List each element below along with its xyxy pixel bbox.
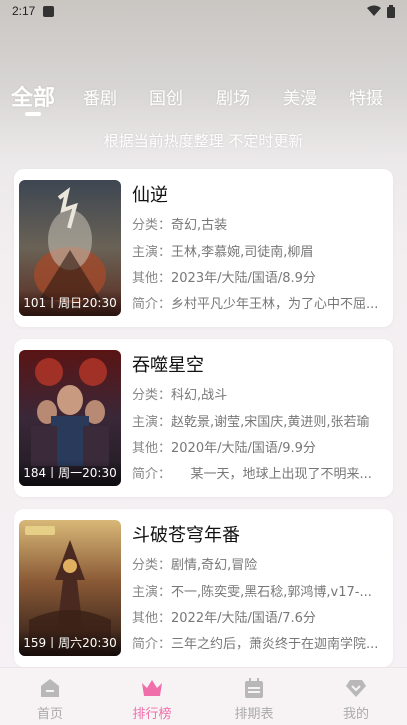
show-poster[interactable]: 101丨周日20:30 bbox=[19, 180, 121, 316]
other-label: 其他： bbox=[132, 441, 172, 456]
show-title: 吞噬星空 bbox=[132, 355, 204, 376]
show-poster[interactable]: 159丨周六20:30 bbox=[19, 520, 121, 656]
tab-tokusatsu[interactable]: 特摄 bbox=[349, 84, 383, 109]
poster-episode-schedule: 159丨周六20:30 bbox=[19, 630, 121, 656]
cast-label: 主演： bbox=[132, 415, 172, 430]
tab-theater[interactable]: 剧场 bbox=[216, 84, 250, 109]
other-label: 其他： bbox=[132, 611, 172, 626]
cast-label: 主演： bbox=[132, 245, 172, 260]
tab-american-comics[interactable]: 美漫 bbox=[283, 84, 317, 109]
other-value: 2023年/大陆/国语/8.9分 bbox=[171, 271, 316, 286]
show-intro: 简介：乡村平凡少年王林，为了心中不屈... bbox=[132, 293, 387, 312]
category-value: 科幻,战斗 bbox=[171, 388, 228, 403]
show-other: 其他：2022年/大陆/国语/7.6分 bbox=[132, 607, 387, 626]
category-label: 分类： bbox=[132, 388, 172, 403]
intro-value: 三年之约后，萧炎终于在迦南学院... bbox=[171, 637, 379, 652]
other-value: 2022年/大陆/国语/7.6分 bbox=[171, 611, 316, 626]
status-icons bbox=[367, 4, 395, 18]
show-card[interactable]: 184丨周一20:30 吞噬星空 分类：科幻,战斗 主演：赵乾景,谢莹,宋国庆,… bbox=[14, 339, 393, 497]
status-bar: 2:17 bbox=[0, 0, 407, 22]
show-other: 其他：2023年/大陆/国语/8.9分 bbox=[132, 267, 387, 286]
show-cast: 主演：赵乾景,谢莹,宋国庆,黄进则,张若瑜 bbox=[132, 411, 387, 430]
cast-value: 不一,陈奕雯,黑石稔,郭鸿博,v17-... bbox=[171, 585, 372, 600]
intro-label: 简介： bbox=[132, 467, 165, 482]
notification-icon bbox=[43, 5, 55, 17]
show-cast: 主演：不一,陈奕雯,黑石稔,郭鸿博,v17-... bbox=[132, 581, 387, 600]
active-tab-indicator bbox=[25, 112, 41, 116]
nav-mine[interactable]: 我的 bbox=[326, 676, 386, 722]
cast-label: 主演： bbox=[132, 585, 172, 600]
wifi-icon bbox=[367, 5, 381, 16]
show-category: 分类：奇幻,古装 bbox=[132, 214, 387, 233]
category-value: 剧情,奇幻,冒险 bbox=[171, 558, 258, 573]
poster-episode-schedule: 101丨周日20:30 bbox=[19, 290, 121, 316]
cast-value: 赵乾景,谢莹,宋国庆,黄进则,张若瑜 bbox=[171, 415, 370, 430]
nav-home[interactable]: 首页 bbox=[20, 676, 80, 722]
show-card[interactable]: 101丨周日20:30 仙逆 分类：奇幻,古装 主演：王林,李慕婉,司徒南,柳眉… bbox=[14, 169, 393, 327]
tab-all[interactable]: 全部 bbox=[11, 80, 55, 112]
show-cast: 主演：王林,李慕婉,司徒南,柳眉 bbox=[132, 241, 387, 260]
home-icon bbox=[41, 679, 59, 697]
page-subtitle: 根据当前热度整理 不定时更新 bbox=[103, 132, 304, 150]
show-intro: 简介：三年之约后，萧炎终于在迦南学院... bbox=[132, 633, 387, 652]
category-value: 奇幻,古装 bbox=[171, 218, 228, 233]
nav-schedule[interactable]: 排期表 bbox=[224, 676, 284, 722]
diamond-icon bbox=[346, 680, 366, 697]
show-card[interactable]: 159丨周六20:30 斗破苍穹年番 分类：剧情,奇幻,冒险 主演：不一,陈奕雯… bbox=[14, 509, 393, 667]
show-title: 仙逆 bbox=[132, 185, 168, 206]
tab-guochuang[interactable]: 国创 bbox=[149, 84, 183, 109]
show-intro: 简介： 某一天，地球上出现了不明来... bbox=[132, 463, 387, 482]
show-category: 分类：剧情,奇幻,冒险 bbox=[132, 554, 387, 573]
nav-mine-label: 我的 bbox=[342, 707, 369, 722]
intro-label: 简介： bbox=[132, 297, 172, 312]
intro-value: 某一天，地球上出现了不明来... bbox=[164, 467, 372, 482]
nav-schedule-label: 排期表 bbox=[234, 707, 274, 722]
crown-icon bbox=[142, 680, 162, 696]
intro-label: 简介： bbox=[132, 637, 172, 652]
show-title: 斗破苍穹年番 bbox=[132, 525, 240, 546]
other-label: 其他： bbox=[132, 271, 172, 286]
nav-home-label: 首页 bbox=[36, 707, 63, 722]
category-label: 分类： bbox=[132, 558, 172, 573]
category-tabs: 全部 番剧 国创 剧场 美漫 特摄 bbox=[0, 78, 407, 122]
cast-value: 王林,李慕婉,司徒南,柳眉 bbox=[171, 245, 314, 260]
category-label: 分类： bbox=[132, 218, 172, 233]
show-category: 分类：科幻,战斗 bbox=[132, 384, 387, 403]
show-poster[interactable]: 184丨周一20:30 bbox=[19, 350, 121, 486]
nav-ranking[interactable]: 排行榜 bbox=[122, 676, 182, 722]
other-value: 2020年/大陆/国语/9.9分 bbox=[171, 441, 316, 456]
battery-icon bbox=[387, 4, 395, 18]
bottom-nav: 首页 排行榜 排期表 我的 bbox=[0, 667, 407, 725]
poster-episode-schedule: 184丨周一20:30 bbox=[19, 460, 121, 486]
show-other: 其他：2020年/大陆/国语/9.9分 bbox=[132, 437, 387, 456]
calendar-icon bbox=[245, 678, 263, 698]
nav-ranking-label: 排行榜 bbox=[132, 707, 172, 722]
intro-value: 乡村平凡少年王林，为了心中不屈... bbox=[171, 297, 379, 312]
tab-bangumi[interactable]: 番剧 bbox=[83, 84, 117, 109]
status-time: 2:17 bbox=[12, 4, 36, 18]
